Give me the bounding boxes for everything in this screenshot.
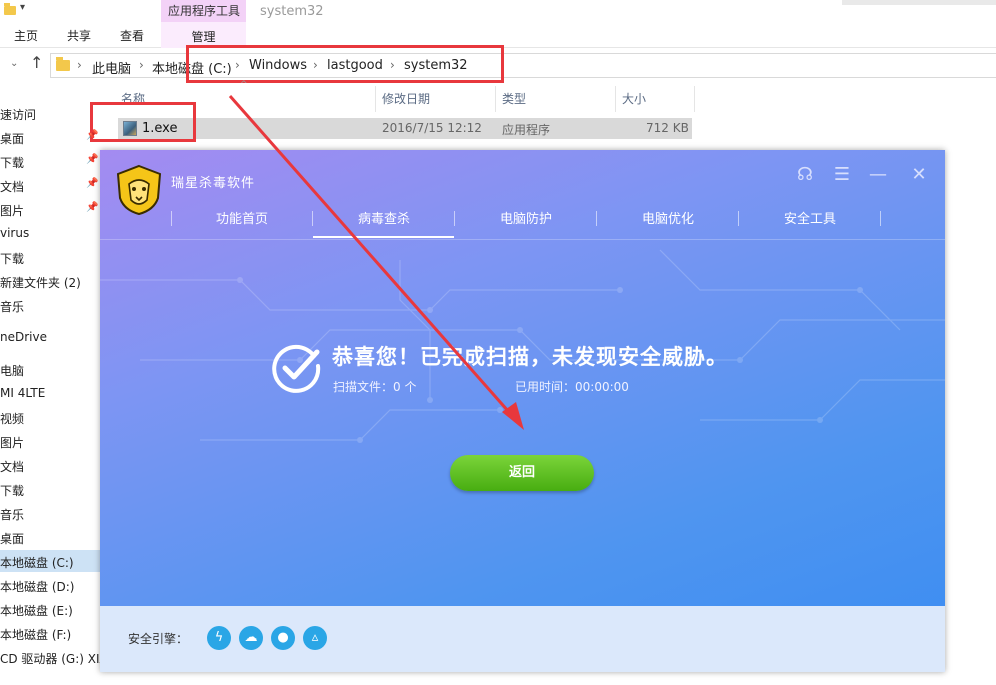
up-arrow-icon[interactable]: ↑ xyxy=(30,53,43,72)
nav-item[interactable]: 音乐 xyxy=(0,502,100,524)
antivirus-window: 瑞星杀毒软件 ☊ ☰ — ✕ 功能首页 病毒查杀 电脑防护 电脑优化 安全工具 … xyxy=(100,150,945,672)
scanned-files-count: 扫描文件：0 个 xyxy=(333,380,417,394)
pin-icon[interactable]: 📌 xyxy=(86,178,98,189)
pin-icon[interactable]: 📌 xyxy=(86,202,98,213)
annotation-box-file xyxy=(90,102,196,142)
column-header-date[interactable]: 修改日期 xyxy=(382,90,430,107)
file-date: 2016/7/15 12:12 xyxy=(382,121,482,135)
support-icon[interactable]: ☊ xyxy=(794,164,816,186)
window-edge xyxy=(842,0,996,5)
check-circle-icon xyxy=(272,344,321,393)
sort-ascending-icon: ^ xyxy=(240,80,248,90)
menu-icon[interactable]: ☰ xyxy=(831,164,853,186)
nav-item[interactable]: virus xyxy=(0,222,100,244)
navigation-pane: 速访问 桌面 下载 文档 图片 virus 下载 新建文件夹 (2) 音乐 ne… xyxy=(0,98,100,685)
nav-item[interactable]: 新建文件夹 (2) xyxy=(0,270,100,292)
active-tab-indicator xyxy=(313,236,454,238)
pin-icon[interactable]: 📌 xyxy=(86,130,98,141)
quick-access-dropdown-icon[interactable]: ▾ xyxy=(20,2,25,13)
engine-label: 安全引擎： xyxy=(128,632,189,646)
tab-home[interactable]: 功能首页 xyxy=(171,208,313,227)
nav-item[interactable]: 图片 xyxy=(0,430,100,452)
antivirus-title: 瑞星杀毒软件 xyxy=(171,176,256,191)
close-icon[interactable]: ✕ xyxy=(908,164,930,186)
tab-security-tools[interactable]: 安全工具 xyxy=(739,208,881,227)
column-divider[interactable] xyxy=(615,86,616,112)
quick-access-folder-icon[interactable] xyxy=(4,3,16,15)
address-folder-icon xyxy=(56,57,70,71)
nav-item[interactable]: 文档 xyxy=(0,454,100,476)
chevron-right-icon[interactable]: › xyxy=(77,58,82,72)
tab-virus-scan[interactable]: 病毒查杀 xyxy=(313,208,455,227)
ribbon-tab-share[interactable]: 共享 xyxy=(67,27,91,44)
minimize-icon[interactable]: — xyxy=(867,164,889,186)
back-button[interactable]: 返回 xyxy=(450,455,594,491)
antivirus-footer: 安全引擎： ϟ ☁ ● ▵ xyxy=(100,606,945,672)
nav-item[interactable]: 桌面 xyxy=(0,526,100,548)
breadcrumb-this-pc[interactable]: 此电脑 xyxy=(92,58,131,77)
column-header-size[interactable]: 大小 xyxy=(622,90,646,107)
explorer-ribbon: ▾ 应用程序工具 system32 主页 共享 查看 管理 xyxy=(0,0,996,48)
triangle-icon[interactable]: ▵ xyxy=(303,626,327,650)
column-header-type[interactable]: 类型 xyxy=(502,90,526,107)
nav-item-selected[interactable]: 本地磁盘 (C:) xyxy=(0,550,100,572)
elapsed-time: 已用时间：00:00:00 xyxy=(515,380,629,394)
chevron-right-icon[interactable]: › xyxy=(139,58,144,72)
nav-item[interactable]: 电脑 xyxy=(0,358,100,380)
nav-item[interactable]: MI 4LTE xyxy=(0,382,100,404)
tab-pc-protection[interactable]: 电脑防护 xyxy=(455,208,597,227)
antivirus-tabs: 功能首页 病毒查杀 电脑防护 电脑优化 安全工具 xyxy=(100,196,945,240)
nav-item[interactable]: 桌面 xyxy=(0,126,100,148)
cloud-icon[interactable]: ☁ xyxy=(239,626,263,650)
file-type: 应用程序 xyxy=(502,123,551,137)
nav-item[interactable]: 文档 xyxy=(0,174,100,196)
annotation-box-path xyxy=(186,45,504,83)
nav-item[interactable]: 下载 xyxy=(0,478,100,500)
context-tab-group-label: 应用程序工具 xyxy=(161,0,246,22)
file-size: 712 KB xyxy=(646,121,689,135)
nav-item[interactable]: neDrive xyxy=(0,326,100,348)
nav-item[interactable]: 视频 xyxy=(0,406,100,428)
user-icon[interactable]: ● xyxy=(271,626,295,650)
nav-item[interactable]: 下载 xyxy=(0,150,100,172)
ribbon-tab-view[interactable]: 查看 xyxy=(120,27,144,44)
nav-item[interactable]: 速访问 xyxy=(0,102,100,124)
tab-pc-optimize[interactable]: 电脑优化 xyxy=(597,208,739,227)
nav-item[interactable]: 下载 xyxy=(0,246,100,268)
recent-locations-icon[interactable]: ⌄ xyxy=(10,58,18,69)
lightning-icon[interactable]: ϟ xyxy=(207,626,231,650)
column-divider[interactable] xyxy=(694,86,695,112)
nav-item[interactable]: 图片 xyxy=(0,198,100,220)
nav-item[interactable]: 本地磁盘 (F:) xyxy=(0,622,100,644)
nav-item[interactable]: 本地磁盘 (E:) xyxy=(0,598,100,620)
pin-icon[interactable]: 📌 xyxy=(86,154,98,165)
tabs-divider-line xyxy=(100,239,945,240)
nav-item[interactable]: CD 驱动器 (G:) XIA xyxy=(0,646,100,668)
screenshot-root: ▾ 应用程序工具 system32 主页 共享 查看 管理 ⌄ ↑ › 此电脑 … xyxy=(0,0,996,685)
ribbon-tab-home[interactable]: 主页 xyxy=(14,27,38,44)
scan-result-title: 恭喜您！已完成扫描，未发现安全威胁。 xyxy=(332,345,728,369)
nav-item[interactable]: 音乐 xyxy=(0,294,100,316)
column-divider[interactable] xyxy=(495,86,496,112)
window-title: system32 xyxy=(260,4,324,19)
file-row[interactable]: 1.exe 2016/7/15 12:12 应用程序 712 KB xyxy=(118,118,692,139)
nav-item[interactable]: 本地磁盘 (D:) xyxy=(0,574,100,596)
column-divider[interactable] xyxy=(375,86,376,112)
